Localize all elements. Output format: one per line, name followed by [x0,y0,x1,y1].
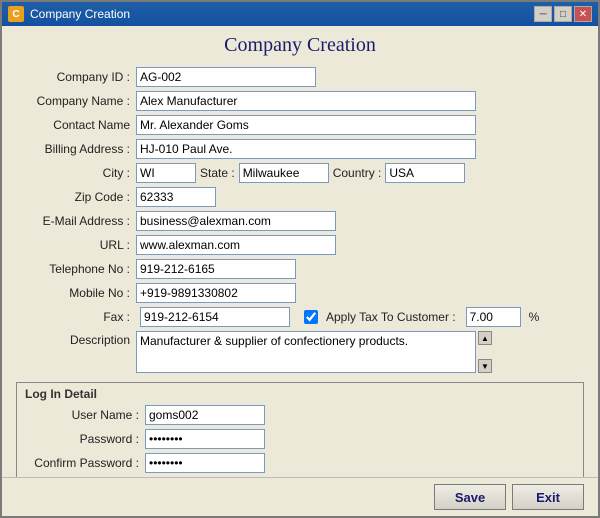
minimize-button[interactable]: ─ [534,6,552,22]
scroll-up-button[interactable]: ▲ [478,331,492,345]
description-scrollbar: ▲ ▼ [478,331,492,373]
contact-name-label: Contact Name [16,118,136,132]
url-label: URL : [16,238,136,252]
state-label: State : [196,166,239,180]
mobile-label: Mobile No : [16,286,136,300]
login-section-title: Log In Detail [25,387,575,401]
email-row: E-Mail Address : [16,211,584,231]
description-scroll-area: ▲ ▼ [136,331,476,376]
username-input[interactable] [145,405,265,425]
telephone-label: Telephone No : [16,262,136,276]
telephone-input[interactable] [136,259,296,279]
company-name-input[interactable] [136,91,476,111]
confirm-password-row: Confirm Password : [25,453,575,473]
city-state-country-row: City : State : Country : [16,163,584,183]
billing-address-row: Billing Address : [16,139,584,159]
username-label: User Name : [25,408,145,422]
billing-address-label: Billing Address : [16,142,136,156]
window-icon: C [8,6,24,22]
email-label: E-Mail Address : [16,214,136,228]
save-button[interactable]: Save [434,484,506,510]
main-window: C Company Creation ─ □ ✕ Company Creatio… [0,0,600,518]
footer: Save Exit [2,477,598,516]
page-title: Company Creation [16,34,584,57]
country-label: Country : [329,166,386,180]
password-input[interactable] [145,429,265,449]
url-input[interactable] [136,235,336,255]
apply-tax-checkbox[interactable] [304,310,318,324]
mobile-row: Mobile No : [16,283,584,303]
exit-button[interactable]: Exit [512,484,584,510]
confirm-password-label: Confirm Password : [25,456,145,470]
form-content: Company Creation Company ID : Company Na… [2,26,598,477]
fax-tax-row: Fax : Apply Tax To Customer : % [16,307,584,327]
username-row: User Name : [25,405,575,425]
company-id-input[interactable] [136,67,316,87]
email-input[interactable] [136,211,336,231]
zip-code-row: Zip Code : [16,187,584,207]
contact-name-input[interactable] [136,115,476,135]
description-input[interactable] [136,331,476,373]
telephone-row: Telephone No : [16,259,584,279]
tax-percent-label: % [525,310,544,324]
zip-code-input[interactable] [136,187,216,207]
company-name-row: Company Name : [16,91,584,111]
url-row: URL : [16,235,584,255]
state-input[interactable] [239,163,329,183]
company-id-label: Company ID : [16,70,136,84]
password-row: Password : [25,429,575,449]
close-button[interactable]: ✕ [574,6,592,22]
fax-label: Fax : [16,310,136,324]
contact-name-row: Contact Name [16,115,584,135]
company-name-label: Company Name : [16,94,136,108]
title-bar-controls: ─ □ ✕ [534,6,592,22]
login-section: Log In Detail User Name : Password : Con… [16,382,584,477]
city-label: City : [16,166,136,180]
confirm-password-input[interactable] [145,453,265,473]
title-bar: C Company Creation ─ □ ✕ [2,2,598,26]
zip-code-label: Zip Code : [16,190,136,204]
mobile-input[interactable] [136,283,296,303]
company-id-row: Company ID : [16,67,584,87]
title-bar-left: C Company Creation [8,6,130,22]
description-row: Description ▲ ▼ [16,331,584,376]
apply-tax-label: Apply Tax To Customer : [322,310,460,324]
billing-address-input[interactable] [136,139,476,159]
window-title: Company Creation [30,7,130,21]
maximize-button[interactable]: □ [554,6,572,22]
form-section: Company ID : Company Name : Contact Name… [16,67,584,376]
scroll-down-button[interactable]: ▼ [478,359,492,373]
tax-value-input[interactable] [466,307,521,327]
country-input[interactable] [385,163,465,183]
password-label: Password : [25,432,145,446]
city-input[interactable] [136,163,196,183]
description-label: Description [16,331,136,347]
fax-input[interactable] [140,307,290,327]
